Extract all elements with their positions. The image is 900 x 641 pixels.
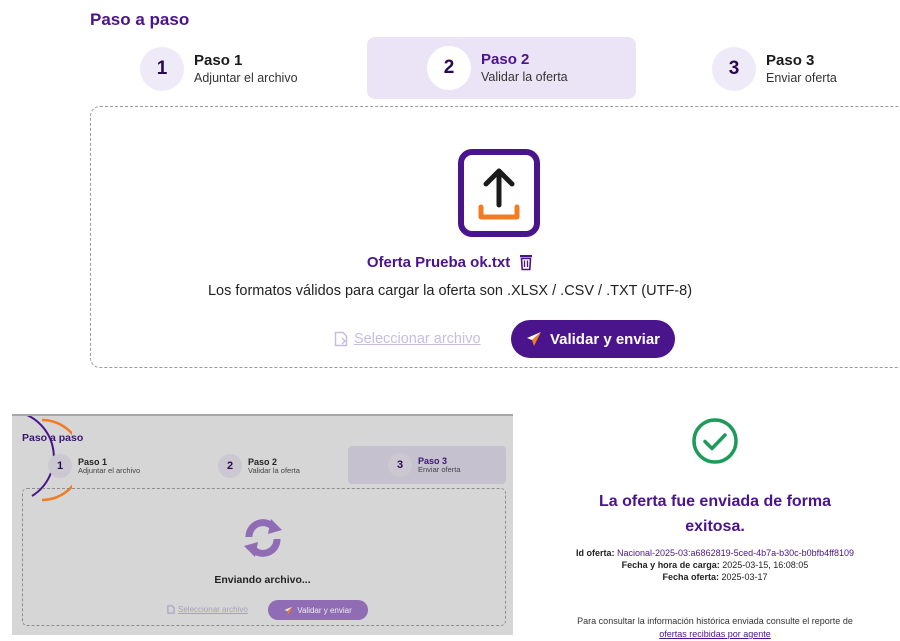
sending-panel: Paso a paso 1 Paso 1 Adjuntar el archivo… (12, 414, 513, 635)
history-note: Para consultar la información histórica … (570, 615, 860, 641)
page-title: Paso a paso (22, 432, 84, 444)
select-file-label: Seleccionar archivo (178, 605, 248, 614)
step-description: Enviar oferta (418, 464, 461, 474)
step-title: Paso 1 (194, 51, 243, 69)
sync-icon (244, 519, 282, 557)
step-title: Paso 2 (481, 50, 530, 68)
file-icon (334, 331, 348, 347)
select-file-label: Seleccionar archivo (354, 331, 481, 347)
trash-icon[interactable] (519, 254, 533, 271)
validate-send-label: Validar y enviar (549, 330, 661, 348)
select-file-link[interactable]: Seleccionar archivo (334, 331, 481, 347)
validate-send-button[interactable]: Validar y enviar (511, 320, 675, 358)
offer-details: Id oferta: Nacional-2025-03:a6862819-5ce… (570, 547, 860, 583)
step-2[interactable]: 2 Paso 2 Validar la oferta (367, 37, 636, 99)
step-3[interactable]: 3 Paso 3 Enviar oferta (348, 446, 506, 484)
upload-datetime-value: 2025-03-15, 16:08:05 (722, 560, 809, 571)
step-description: Adjuntar el archivo (78, 465, 141, 475)
step-1[interactable]: 1 Paso 1 Adjuntar el archivo (48, 449, 198, 483)
step-description: Adjuntar el archivo (194, 70, 298, 85)
validate-send-label: Validar y enviar (297, 605, 352, 615)
formats-text: Los formatos válidos para cargar la ofer… (207, 283, 693, 299)
upload-icon (458, 149, 540, 237)
offer-id-value: Nacional-2025-03:a6862819-5ced-4b7a-b30c… (617, 548, 855, 558)
page-title: Paso a paso (90, 10, 190, 29)
sending-status: Enviando archivo... (214, 574, 311, 586)
offer-date-value: 2025-03-17 (721, 572, 768, 583)
step-title: Paso 3 (766, 51, 815, 69)
step-number: 1 (140, 47, 184, 91)
step-3[interactable]: 3 Paso 3 Enviar oferta (712, 38, 898, 100)
send-icon (284, 606, 293, 614)
success-title: La oferta fue enviada de forma exitosa. (598, 493, 832, 535)
step-description: Validar la oferta (481, 69, 568, 84)
check-circle-icon (692, 418, 738, 464)
send-icon (526, 332, 541, 346)
offer-date-label: Fecha oferta: (662, 572, 719, 583)
step-number: 3 (712, 47, 756, 91)
upload-datetime-label: Fecha y hora de carga: (621, 560, 720, 571)
step-number: 2 (427, 46, 471, 90)
offer-id-label: Id oferta: (575, 548, 615, 558)
file-drop-zone[interactable] (90, 106, 900, 368)
step-number: 3 (388, 453, 412, 477)
validate-send-button[interactable]: Validar y enviar (268, 600, 368, 620)
step-1[interactable]: 1 Paso 1 Adjuntar el archivo (140, 38, 360, 100)
history-note-text: Para consultar la información histórica … (577, 616, 853, 626)
file-icon (167, 605, 175, 614)
agent-offers-report-link[interactable]: ofertas recibidas por agente (659, 629, 771, 639)
step-description: Enviar oferta (766, 70, 837, 85)
step-number: 1 (48, 454, 72, 478)
step-description: Validar la oferta (248, 465, 300, 475)
file-name: Oferta Prueba ok.txt (366, 254, 511, 271)
select-file-link[interactable]: Seleccionar archivo (167, 605, 248, 614)
step-2[interactable]: 2 Paso 2 Validar la oferta (218, 449, 338, 483)
step-number: 2 (218, 454, 242, 478)
